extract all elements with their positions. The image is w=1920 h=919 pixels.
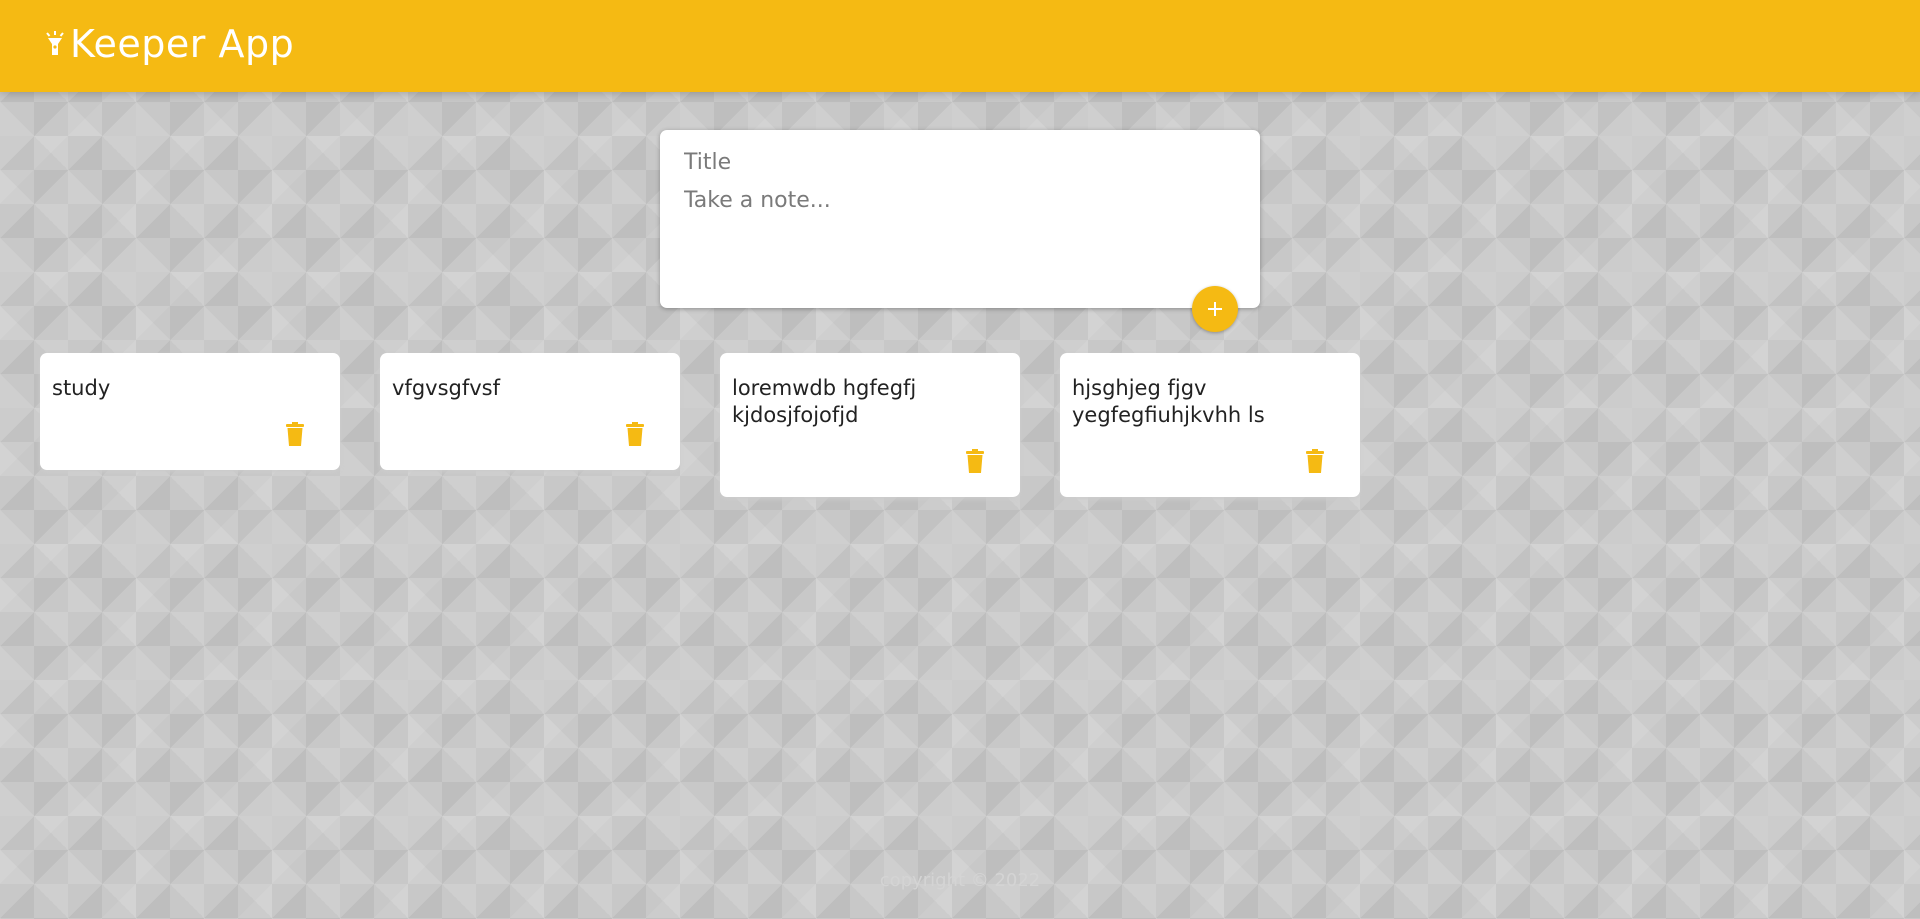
app-header: Keeper App [0,0,1920,92]
note-card: vfgvsgfvsf [380,353,680,470]
note-content-input[interactable] [684,188,1234,268]
copyright-text: copyright © 2022 [879,870,1041,891]
note-title-input[interactable] [684,150,1234,175]
note-content: study [52,376,111,400]
trash-icon [626,422,644,446]
note-card: loremwdb hgfegfj kjdosjfojofjd [720,353,1020,497]
add-note-button[interactable] [1192,286,1238,332]
note-card: study [40,353,340,470]
note-content: loremwdb hgfegfj kjdosjfojofjd [732,376,917,427]
highlight-icon [44,29,66,59]
app-title: Keeper App [70,22,295,66]
delete-note-button[interactable] [962,446,988,476]
page-footer: copyright © 2022 [0,870,1920,891]
create-note-form [660,130,1260,308]
note-content: vfgvsgfvsf [392,376,501,400]
delete-note-button[interactable] [622,419,648,449]
app-logo: Keeper App [44,22,294,66]
trash-icon [966,449,984,473]
plus-icon [1205,299,1225,319]
note-content: hjsghjeg fjgv yegfegfiuhjkvhh ls [1072,376,1265,427]
delete-note-button[interactable] [282,419,308,449]
delete-note-button[interactable] [1302,446,1328,476]
trash-icon [1306,449,1324,473]
trash-icon [286,422,304,446]
note-card: hjsghjeg fjgv yegfegfiuhjkvhh ls [1060,353,1360,497]
